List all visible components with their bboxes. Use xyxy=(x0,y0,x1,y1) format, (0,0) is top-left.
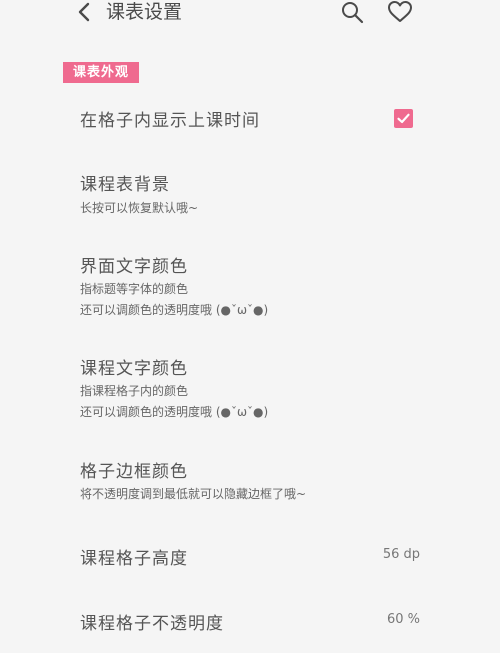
setting-subtitle: 长按可以恢复默认哦~ xyxy=(80,201,199,215)
setting-title: 课程格子不透明度 xyxy=(80,614,224,634)
top-app-bar: 课表设置 xyxy=(0,0,500,28)
setting-title: 格子边框颜色 xyxy=(80,462,188,482)
setting-title: 界面文字颜色 xyxy=(80,257,188,277)
setting-subtitle: 指标题等字体的颜色 xyxy=(80,282,189,296)
setting-title: 在格子内显示上课时间 xyxy=(80,111,260,131)
setting-show-class-time[interactable]: 在格子内显示上课时间 xyxy=(0,100,500,140)
checkmark-icon xyxy=(397,113,410,124)
setting-title: 课程格子高度 xyxy=(80,549,188,569)
setting-interface-text-color[interactable]: 界面文字颜色 指标题等字体的颜色 还可以调颜色的透明度哦 (●ˇωˇ●) xyxy=(0,250,500,325)
section-header-appearance: 课表外观 xyxy=(63,62,140,83)
setting-subtitle: 将不透明度调到最低就可以隐藏边框了哦~ xyxy=(80,487,307,501)
setting-course-text-color[interactable]: 课程文字颜色 指课程格子内的颜色 还可以调颜色的透明度哦 (●ˇωˇ●) xyxy=(0,352,500,427)
show-class-time-checkbox[interactable] xyxy=(394,109,413,128)
setting-title: 课程文字颜色 xyxy=(80,359,188,379)
page-title: 课表设置 xyxy=(106,1,183,23)
setting-grid-opacity[interactable]: 课程格子不透明度 60 % xyxy=(0,603,500,643)
grid-opacity-value: 60 % xyxy=(386,612,420,627)
setting-schedule-background[interactable]: 课程表背景 长按可以恢复默认哦~ xyxy=(0,168,500,228)
heart-icon[interactable] xyxy=(387,0,413,24)
setting-subtitle: 还可以调颜色的透明度哦 (●ˇωˇ●) xyxy=(80,303,269,317)
back-arrow-icon[interactable] xyxy=(74,1,96,23)
setting-title: 课程表背景 xyxy=(80,175,170,195)
grid-height-value: 56 dp xyxy=(382,547,420,562)
setting-grid-height[interactable]: 课程格子高度 56 dp xyxy=(0,538,500,578)
search-icon[interactable] xyxy=(340,0,364,24)
setting-subtitle: 还可以调颜色的透明度哦 (●ˇωˇ●) xyxy=(80,405,269,419)
setting-subtitle: 指课程格子内的颜色 xyxy=(80,384,189,398)
setting-grid-border-color[interactable]: 格子边框颜色 将不透明度调到最低就可以隐藏边框了哦~ xyxy=(0,455,500,510)
